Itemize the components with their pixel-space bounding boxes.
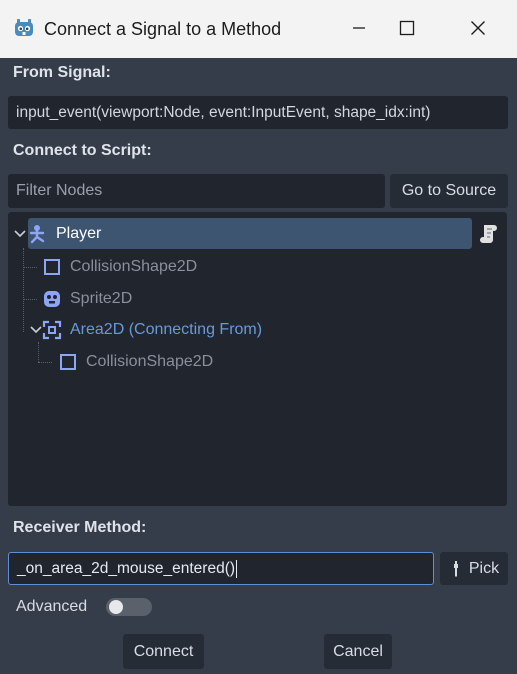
advanced-label: Advanced <box>16 598 88 615</box>
tree-guide <box>23 299 37 300</box>
filter-nodes-input[interactable]: Filter Nodes <box>8 174 385 208</box>
tree-node-label: Area2D (Connecting From) <box>70 321 263 338</box>
pick-label: Pick <box>468 559 500 577</box>
connect-to-script-label: Connect to Script: <box>13 142 152 159</box>
minimize-icon <box>353 27 365 29</box>
tree-node-sprite2d[interactable]: Sprite2D <box>42 284 132 314</box>
from-signal-label: From Signal: <box>13 64 111 81</box>
advanced-toggle[interactable] <box>106 598 152 616</box>
receiver-method-label: Receiver Method: <box>13 519 147 536</box>
signal-field: input_event(viewport:Node, event:InputEv… <box>8 96 508 129</box>
tree-node-player[interactable]: Player <box>28 219 101 249</box>
tree-node-label: Sprite2D <box>70 290 133 307</box>
maximize-icon <box>399 20 415 36</box>
connect-button[interactable]: Connect <box>123 634 204 669</box>
tree-node-label: Player <box>56 225 102 242</box>
scene-tree[interactable]: Player CollisionShape2D Sprite2D Area2D … <box>8 212 507 506</box>
signal-value: input_event(viewport:Node, event:InputEv… <box>16 103 431 121</box>
tree-guide <box>23 248 24 332</box>
tree-node-label: CollisionShape2D <box>86 353 214 370</box>
tree-node-label: CollisionShape2D <box>70 258 198 275</box>
minimize-button[interactable] <box>336 12 382 44</box>
godot-icon <box>15 19 33 36</box>
go-to-source-label: Go to Source <box>401 182 497 199</box>
tree-node-area2d[interactable]: Area2D (Connecting From) <box>42 315 262 345</box>
receiver-method-value: _on_area_2d_mouse_entered() <box>17 559 236 577</box>
connect-label: Connect <box>133 642 194 660</box>
person-node-icon <box>28 224 48 244</box>
title-bar: Connect a Signal to a Method <box>0 0 517 58</box>
go-to-source-button[interactable]: Go to Source <box>390 174 508 208</box>
text-cursor <box>236 559 238 578</box>
script-icon[interactable] <box>479 223 499 245</box>
maximize-button[interactable] <box>384 12 430 44</box>
window-title: Connect a Signal to a Method <box>44 19 282 39</box>
eyedropper-icon <box>453 560 458 577</box>
toggle-knob <box>109 600 123 614</box>
close-icon <box>471 21 485 35</box>
area2d-icon <box>42 320 62 340</box>
collision-shape-icon <box>58 352 78 372</box>
tree-guide <box>23 267 37 268</box>
cancel-button[interactable]: Cancel <box>324 634 392 669</box>
tree-guide <box>38 342 39 362</box>
chevron-down-icon[interactable] <box>14 229 26 239</box>
receiver-method-input[interactable]: _on_area_2d_mouse_entered() <box>8 552 434 585</box>
cancel-label: Cancel <box>333 642 383 660</box>
filter-placeholder: Filter Nodes <box>16 182 103 199</box>
collision-shape-icon <box>42 257 62 277</box>
tree-guide <box>38 362 52 363</box>
sprite-icon <box>42 289 62 309</box>
close-button[interactable] <box>455 12 501 44</box>
tree-node-collisionshape2d[interactable]: CollisionShape2D <box>58 347 213 377</box>
pick-button[interactable]: Pick <box>440 552 508 585</box>
tree-node-collisionshape2d[interactable]: CollisionShape2D <box>42 252 197 282</box>
chevron-down-icon[interactable] <box>30 325 42 335</box>
